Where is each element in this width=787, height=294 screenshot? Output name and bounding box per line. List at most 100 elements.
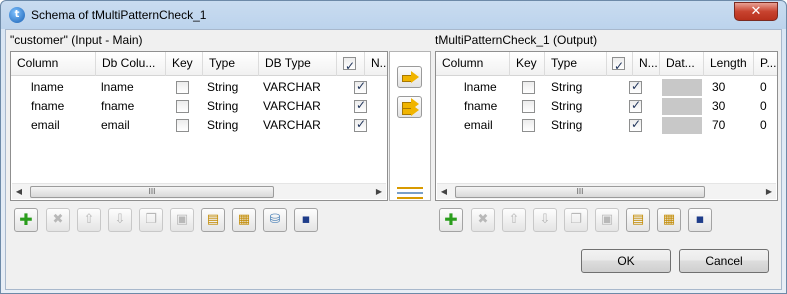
col-header-nullable-checkall[interactable] [337, 52, 365, 76]
input-table-header: Column Db Colu... Key Type DB Type N... [11, 52, 387, 76]
cell-db-type[interactable]: VARCHAR [263, 116, 333, 135]
cell-db-type[interactable]: VARCHAR [263, 78, 333, 97]
export-icon[interactable]: ▦ [657, 208, 681, 232]
output-horizontal-scrollbar[interactable]: ◀ III ▶ [437, 183, 776, 199]
sync-columns-icon[interactable] [397, 185, 423, 199]
col-header-nullable[interactable]: N... [633, 52, 660, 76]
cell-key-checkbox[interactable] [522, 100, 535, 113]
col-header-column[interactable]: Column [11, 52, 96, 76]
copy-icon[interactable]: ❐ [139, 208, 163, 232]
cell-nullable-checkbox[interactable] [354, 98, 367, 113]
col-header-precision[interactable]: P... [754, 52, 777, 76]
remove-icon[interactable]: ✖ [46, 208, 70, 232]
cancel-button[interactable]: Cancel [679, 249, 769, 273]
col-header-key[interactable]: Key [510, 52, 545, 76]
cell-nullable-checkbox[interactable] [354, 79, 367, 94]
save-icon[interactable]: ▪ [688, 208, 712, 232]
table-row[interactable]: lname String 30 0 [436, 78, 777, 97]
cell-nullable-checkbox[interactable] [629, 79, 642, 94]
close-button[interactable]: ✕ [734, 2, 778, 21]
export-icon[interactable]: ▦ [232, 208, 256, 232]
cell-type[interactable]: String [207, 78, 257, 97]
save-icon[interactable]: ▪ [294, 208, 318, 232]
cell-column[interactable]: fname [31, 97, 95, 116]
paste-icon[interactable]: ▣ [170, 208, 194, 232]
output-table-header: Column Key Type N... Dat... Length P... [436, 52, 777, 76]
copy-icon[interactable]: ❐ [564, 208, 588, 232]
repository-icon[interactable]: ⛁ [263, 208, 287, 232]
col-header-nullable[interactable]: N... [365, 52, 387, 76]
header-checkbox[interactable] [343, 55, 356, 76]
cell-length[interactable]: 70 [712, 116, 752, 135]
import-icon[interactable]: ▤ [201, 208, 225, 232]
copy-buttons-panel [389, 51, 431, 201]
cell-type[interactable]: String [207, 97, 257, 116]
cell-key-checkbox[interactable] [176, 119, 189, 132]
cell-precision[interactable]: 0 [760, 97, 777, 116]
cell-db-type[interactable]: VARCHAR [263, 97, 333, 116]
cell-type[interactable]: String [551, 116, 603, 135]
col-header-column[interactable]: Column [436, 52, 510, 76]
paste-icon[interactable]: ▣ [595, 208, 619, 232]
cell-column[interactable]: email [464, 116, 508, 135]
scroll-left-arrow-icon[interactable]: ◀ [437, 184, 451, 200]
scroll-right-arrow-icon[interactable]: ▶ [762, 184, 776, 200]
copy-all-button[interactable] [397, 96, 422, 118]
cell-db-column[interactable]: email [101, 116, 165, 135]
col-header-db-type[interactable]: DB Type [259, 52, 337, 76]
double-arrow-right-icon [402, 104, 419, 116]
table-row[interactable]: fname fname String VARCHAR [11, 97, 387, 116]
cell-column[interactable]: email [31, 116, 95, 135]
cell-nullable-checkbox[interactable] [354, 117, 367, 132]
cell-length[interactable]: 30 [712, 78, 752, 97]
table-row[interactable]: lname lname String VARCHAR [11, 78, 387, 97]
cell-type[interactable]: String [207, 116, 257, 135]
cell-column[interactable]: lname [31, 78, 95, 97]
col-header-key[interactable]: Key [166, 52, 203, 76]
cell-precision[interactable]: 0 [760, 116, 777, 135]
cell-db-column[interactable]: fname [101, 97, 165, 116]
col-header-db-column[interactable]: Db Colu... [96, 52, 166, 76]
cell-type[interactable]: String [551, 78, 603, 97]
cell-length[interactable]: 30 [712, 97, 752, 116]
move-down-icon[interactable]: ⇩ [533, 208, 557, 232]
move-up-icon[interactable]: ⇧ [77, 208, 101, 232]
cell-column[interactable]: fname [464, 97, 508, 116]
scroll-thumb[interactable]: III [455, 186, 705, 198]
cell-column[interactable]: lname [464, 78, 508, 97]
cell-key-checkbox[interactable] [176, 81, 189, 94]
cell-date-pattern [662, 117, 702, 134]
cell-key-checkbox[interactable] [522, 119, 535, 132]
table-row[interactable]: email String 70 0 [436, 116, 777, 135]
input-schema-table: Column Db Colu... Key Type DB Type N... … [10, 51, 388, 201]
col-header-date-pattern[interactable]: Dat... [660, 52, 704, 76]
cell-nullable-checkbox[interactable] [629, 98, 642, 113]
add-icon[interactable]: ✚ [439, 208, 463, 232]
cell-key-checkbox[interactable] [176, 100, 189, 113]
input-horizontal-scrollbar[interactable]: ◀ III ▶ [12, 183, 386, 199]
move-up-icon[interactable]: ⇧ [502, 208, 526, 232]
col-header-length[interactable]: Length [704, 52, 754, 76]
remove-icon[interactable]: ✖ [471, 208, 495, 232]
copy-selected-button[interactable] [397, 66, 422, 88]
add-icon[interactable]: ✚ [14, 208, 38, 232]
scroll-thumb[interactable]: III [30, 186, 274, 198]
cell-type[interactable]: String [551, 97, 603, 116]
cell-precision[interactable]: 0 [760, 78, 777, 97]
cell-nullable-checkbox[interactable] [629, 117, 642, 132]
table-row[interactable]: fname String 30 0 [436, 97, 777, 116]
scroll-left-arrow-icon[interactable]: ◀ [12, 184, 26, 200]
scroll-right-arrow-icon[interactable]: ▶ [372, 184, 386, 200]
input-schema-label: "customer" (Input - Main) [10, 33, 143, 47]
table-row[interactable]: email email String VARCHAR [11, 116, 387, 135]
ok-button[interactable]: OK [581, 249, 671, 273]
col-header-type[interactable]: Type [545, 52, 607, 76]
import-icon[interactable]: ▤ [626, 208, 650, 232]
cell-db-column[interactable]: lname [101, 78, 165, 97]
col-header-type[interactable]: Type [203, 52, 259, 76]
col-header-nullable-checkall[interactable] [607, 52, 633, 76]
header-checkbox[interactable] [612, 55, 625, 76]
move-down-icon[interactable]: ⇩ [108, 208, 132, 232]
output-schema-table: Column Key Type N... Dat... Length P... … [435, 51, 778, 201]
cell-key-checkbox[interactable] [522, 81, 535, 94]
